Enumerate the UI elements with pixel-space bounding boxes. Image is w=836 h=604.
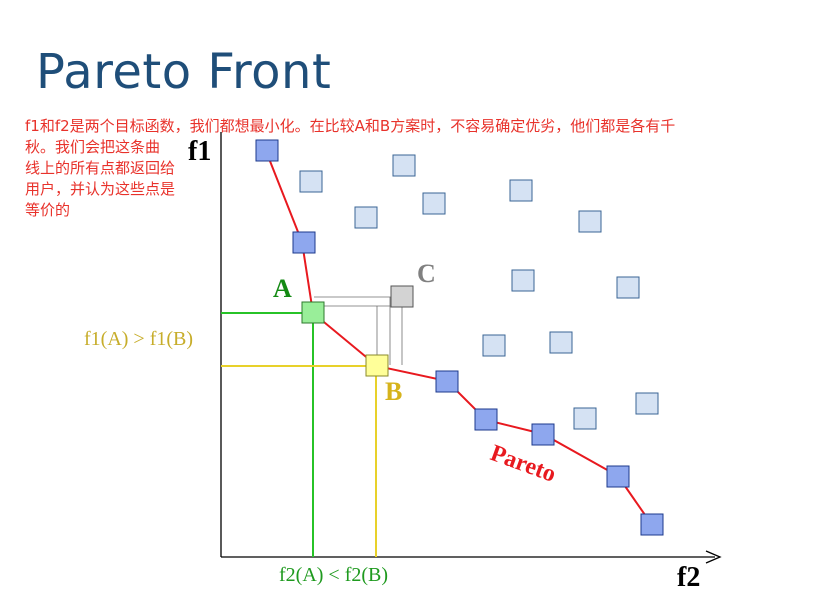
pareto-point (531, 423, 555, 446)
point-b (365, 354, 389, 377)
f1-comparison-label: f1(A) > f1(B) (84, 328, 193, 350)
dominated-point (549, 331, 573, 354)
point-a (301, 301, 325, 324)
dominated-point (573, 407, 597, 430)
pareto-diagram: f1 f2 A B C f1(A) > f1(B) f2(A) < f2(B) … (84, 132, 722, 593)
dominated-point (509, 179, 533, 202)
pareto-point (435, 370, 459, 393)
point-c-label: C (417, 259, 436, 288)
point-a-label: A (273, 274, 292, 303)
pareto-points (255, 139, 664, 536)
dominance-box-c (313, 296, 403, 365)
pareto-point (606, 465, 630, 488)
pareto-curve-label: Pareto (487, 440, 559, 488)
dominated-point (511, 269, 535, 292)
dominated-point (354, 206, 378, 229)
dominated-point (299, 170, 323, 193)
y-axis-label: f1 (188, 136, 211, 167)
dominated-point (578, 210, 602, 233)
dominated-point (482, 334, 506, 357)
dominated-point (635, 392, 659, 415)
pareto-point (255, 139, 279, 162)
pareto-curve (265, 150, 653, 526)
pareto-point (474, 408, 498, 431)
point-b-label: B (385, 377, 402, 406)
dominated-points (299, 154, 659, 430)
dominated-point (422, 192, 446, 215)
dominated-point (616, 276, 640, 299)
dominated-point (392, 154, 416, 177)
f2-comparison-label: f2(A) < f2(B) (279, 564, 388, 586)
pareto-point (292, 231, 316, 254)
x-axis-label: f2 (677, 562, 700, 593)
point-c (390, 285, 414, 308)
pareto-point (640, 513, 664, 536)
